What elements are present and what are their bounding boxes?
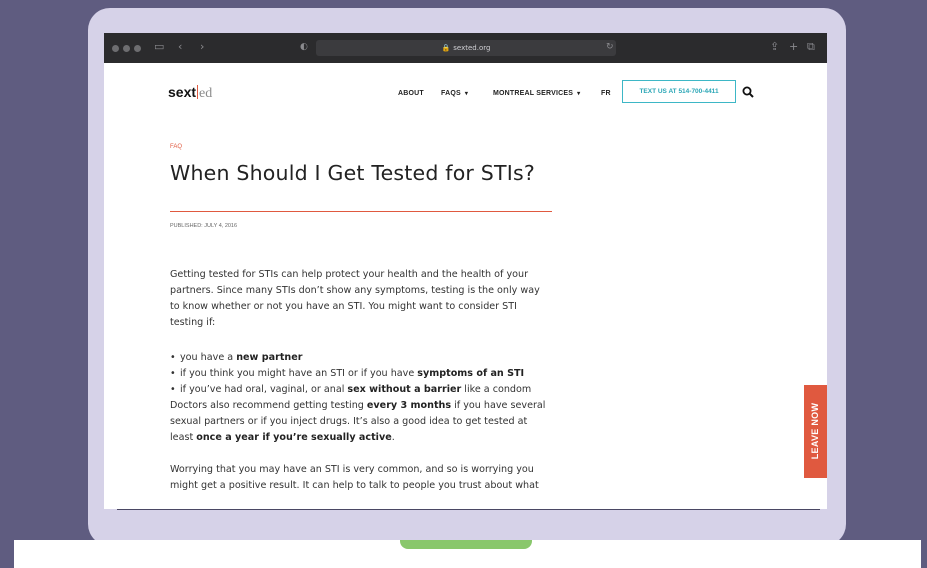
site-logo[interactable]: sext ed <box>168 84 212 102</box>
window-close-dot[interactable] <box>112 45 119 52</box>
page-title: When Should I Get Tested for STIs? <box>170 161 535 185</box>
text-line: Worrying that you may have an STI is ver… <box>170 464 534 475</box>
chevron-down-icon: ▾ <box>464 91 469 97</box>
recommendation-paragraph: Doctors also recommend getting testing e… <box>170 398 555 446</box>
text-line: testing if: <box>170 317 216 328</box>
nav-language-fr[interactable]: FR <box>601 90 611 97</box>
address-bar[interactable]: 🔒 sexted.org <box>316 40 616 56</box>
list-item: if you’ve had oral, vaginal, or anal sex… <box>170 382 531 398</box>
list-item: you have a new partner <box>170 350 531 366</box>
intro-paragraph: Getting tested for STIs can help protect… <box>170 267 555 331</box>
category-link[interactable]: FAQ <box>170 144 182 150</box>
title-divider <box>170 211 552 212</box>
nav-faqs[interactable]: FAQS ▾ <box>441 90 468 97</box>
text-us-button[interactable]: TEXT US AT 514-700-4411 <box>622 80 736 103</box>
share-icon[interactable]: ⇪ <box>770 40 779 53</box>
testing-reasons-list: you have a new partner if you think you … <box>170 350 531 398</box>
text-line: Getting tested for STIs can help protect… <box>170 269 529 280</box>
published-date: PUBLISHED: JULY 4, 2016 <box>170 223 238 229</box>
text-line: partners. Since many STIs don’t show any… <box>170 285 540 296</box>
nav-montreal-services[interactable]: MONTREAL SERVICES ▾ <box>493 90 580 97</box>
logo-main-text: sext <box>168 84 197 100</box>
sidebar-icon[interactable]: ▭ <box>154 40 164 53</box>
browser-window: ▭ ‹ › ◐ 🔒 sexted.org ↻ ⇪ + ⧉ sext ed ABOUT… <box>104 33 827 509</box>
logo-sub-text: ed <box>199 86 213 101</box>
url-text: sexted.org <box>453 44 491 52</box>
list-item: if you think you might have an STI or if… <box>170 366 531 382</box>
privacy-shield-icon[interactable]: ◐ <box>300 42 308 52</box>
text-line: Doctors also recommend getting testing e… <box>170 400 546 411</box>
browser-toolbar: ▭ ‹ › ◐ 🔒 sexted.org ↻ ⇪ + ⧉ <box>104 33 827 63</box>
nav-about[interactable]: ABOUT <box>398 90 424 97</box>
text-line: least once a year if you’re sexually act… <box>170 432 395 443</box>
new-tab-icon[interactable]: + <box>789 40 798 53</box>
lock-icon: 🔒 <box>441 44 451 52</box>
text-line: sexual partners or if you inject drugs. … <box>170 416 528 427</box>
text-line: might get a positive result. It can help… <box>170 480 539 491</box>
logo-divider <box>197 85 199 99</box>
back-icon[interactable]: ‹ <box>178 40 182 53</box>
search-icon[interactable] <box>742 86 754 98</box>
forward-icon[interactable]: › <box>200 40 204 53</box>
leave-now-label[interactable]: LEAVE NOW <box>810 403 820 460</box>
worry-paragraph: Worrying that you may have an STI is ver… <box>170 462 555 494</box>
text-line: to know whether or not you have an STI. … <box>170 301 517 312</box>
chevron-down-icon: ▾ <box>577 91 581 97</box>
tabs-overview-icon[interactable]: ⧉ <box>807 40 815 54</box>
reload-icon[interactable]: ↻ <box>606 42 614 52</box>
window-minimize-dot[interactable] <box>123 45 130 52</box>
window-zoom-dot[interactable] <box>134 45 141 52</box>
laptop-notch <box>400 540 532 549</box>
